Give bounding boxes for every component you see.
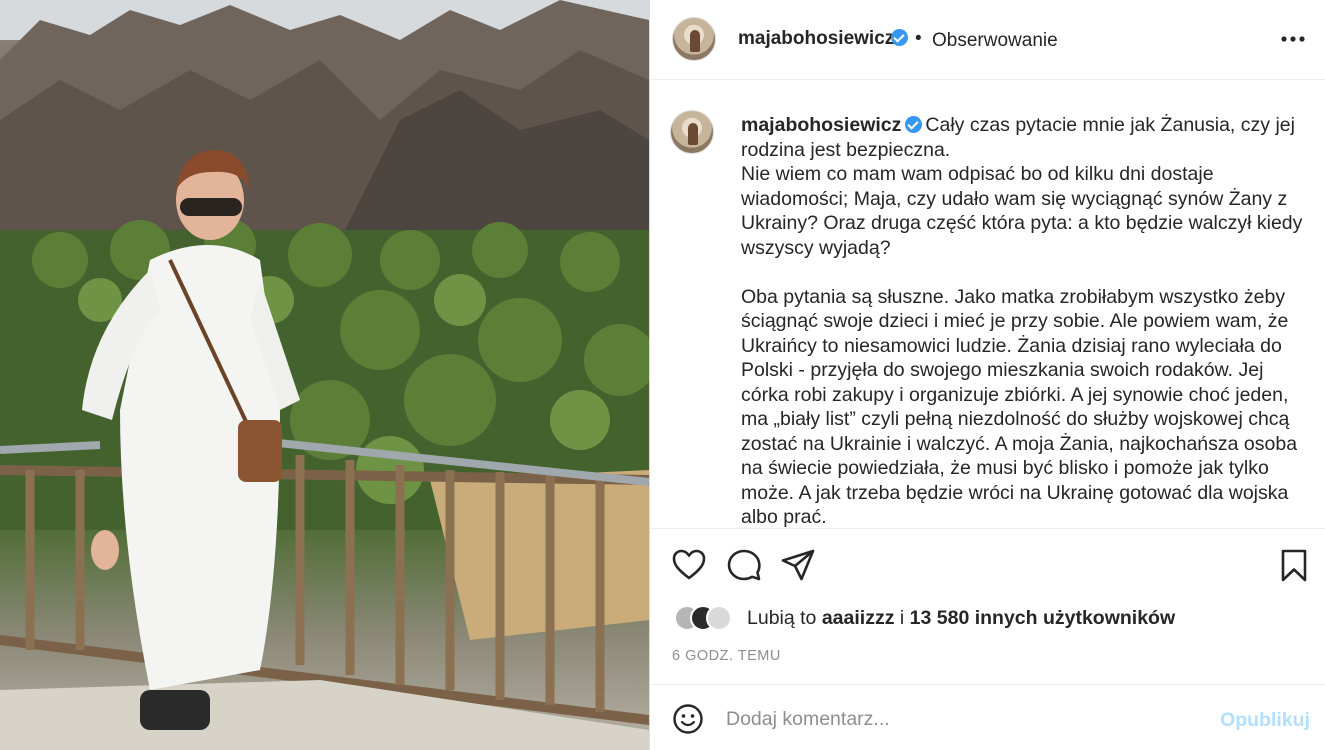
post-actions: Lubią to aaaiizzz i 13 580 innych użytko… xyxy=(650,528,1325,684)
heart-icon[interactable] xyxy=(671,547,707,583)
post-photo xyxy=(0,0,649,750)
likers-avatars[interactable] xyxy=(674,605,740,633)
caption-username[interactable]: majabohosiewicz xyxy=(741,114,901,136)
post-caption: majabohosiewicz Cały czas pytacie mnie ja… xyxy=(650,80,1325,528)
likes-joiner: i xyxy=(899,607,905,629)
comment-input[interactable] xyxy=(726,703,1206,735)
post-header: majabohosiewicz • Obserwowanie xyxy=(650,0,1325,80)
verified-badge-icon xyxy=(905,116,923,133)
share-icon[interactable] xyxy=(780,547,816,583)
comment-box: Opublikuj xyxy=(650,684,1325,750)
publish-button[interactable]: Opublikuj xyxy=(1220,709,1310,732)
avatar[interactable] xyxy=(672,17,716,61)
header-username[interactable]: majabohosiewicz xyxy=(738,28,894,50)
likes-summary: Lubią to aaaiizzz i 13 580 innych użytko… xyxy=(747,607,1175,630)
header-separator: • xyxy=(915,28,922,49)
more-options-icon[interactable] xyxy=(1278,24,1308,54)
bookmark-icon[interactable] xyxy=(1276,547,1312,583)
comment-icon[interactable] xyxy=(726,547,762,583)
caption-body: majabohosiewicz Cały czas pytacie mnie ja… xyxy=(741,113,1316,528)
caption-paragraph-1: majabohosiewicz Cały czas pytacie mnie ja… xyxy=(741,113,1316,260)
likes-others-link[interactable]: 13 580 innych użytkowników xyxy=(910,607,1176,629)
caption-paragraph-2: Oba pytania są słuszne. Jako matka zrobi… xyxy=(741,285,1298,529)
caption-avatar[interactable] xyxy=(670,110,714,154)
liker-avatar xyxy=(706,605,732,631)
post-timestamp[interactable]: 6 godz. temu xyxy=(672,648,781,664)
likes-user-link[interactable]: aaaiizzz xyxy=(822,607,895,629)
likes-prefix: Lubią to xyxy=(747,607,817,629)
following-button[interactable]: Obserwowanie xyxy=(932,30,1058,52)
verified-badge-icon xyxy=(891,29,908,46)
emoji-icon[interactable] xyxy=(672,703,704,735)
photo-illustration xyxy=(0,0,649,750)
post-side-panel: majabohosiewicz • Obserwowanie majabohos… xyxy=(649,0,1325,750)
